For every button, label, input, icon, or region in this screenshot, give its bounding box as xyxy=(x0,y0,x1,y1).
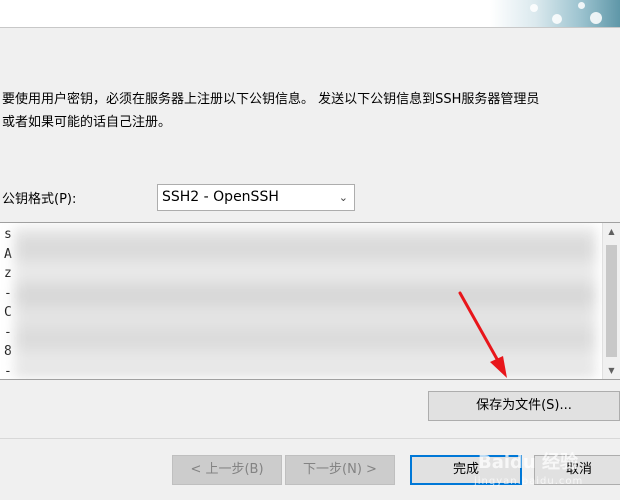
instruction-text: 要使用用户密钥，必须在服务器上注册以下公钥信息。 发送以下公钥信息到SSH服务器… xyxy=(2,88,618,134)
key-format-value: SSH2 - OpenSSH xyxy=(162,189,279,205)
scroll-down-icon[interactable]: ▼ xyxy=(603,362,620,379)
scroll-up-icon[interactable]: ▲ xyxy=(603,223,620,240)
baidu-watermark-url: jingyan.baidu.com xyxy=(474,476,584,487)
save-to-file-button[interactable]: 保存为文件(S)... xyxy=(428,391,620,421)
key-format-label: 公钥格式(P): xyxy=(2,192,77,207)
scroll-thumb[interactable] xyxy=(606,245,617,357)
instruction-line-2: 或者如果可能的话自己注册。 xyxy=(2,115,172,130)
blurred-key-content xyxy=(14,227,596,377)
instruction-line-1: 要使用用户密钥，必须在服务器上注册以下公钥信息。 发送以下公钥信息到SSH服务器… xyxy=(2,92,540,107)
next-button[interactable]: 下一步(N) > xyxy=(285,455,395,485)
key-format-select[interactable]: SSH2 - OpenSSH ⌄ xyxy=(157,184,355,211)
header-banner-graphic xyxy=(490,0,620,27)
back-button[interactable]: < 上一步(B) xyxy=(172,455,282,485)
public-key-textarea[interactable]: s A z - C - 8 - ▲ ▼ xyxy=(0,222,620,380)
footer-divider xyxy=(0,438,620,439)
baidu-watermark: Baidu 经验 xyxy=(478,452,579,473)
chevron-down-icon: ⌄ xyxy=(338,191,348,204)
key-scrollbar[interactable]: ▲ ▼ xyxy=(602,223,620,379)
wizard-header xyxy=(0,0,620,28)
